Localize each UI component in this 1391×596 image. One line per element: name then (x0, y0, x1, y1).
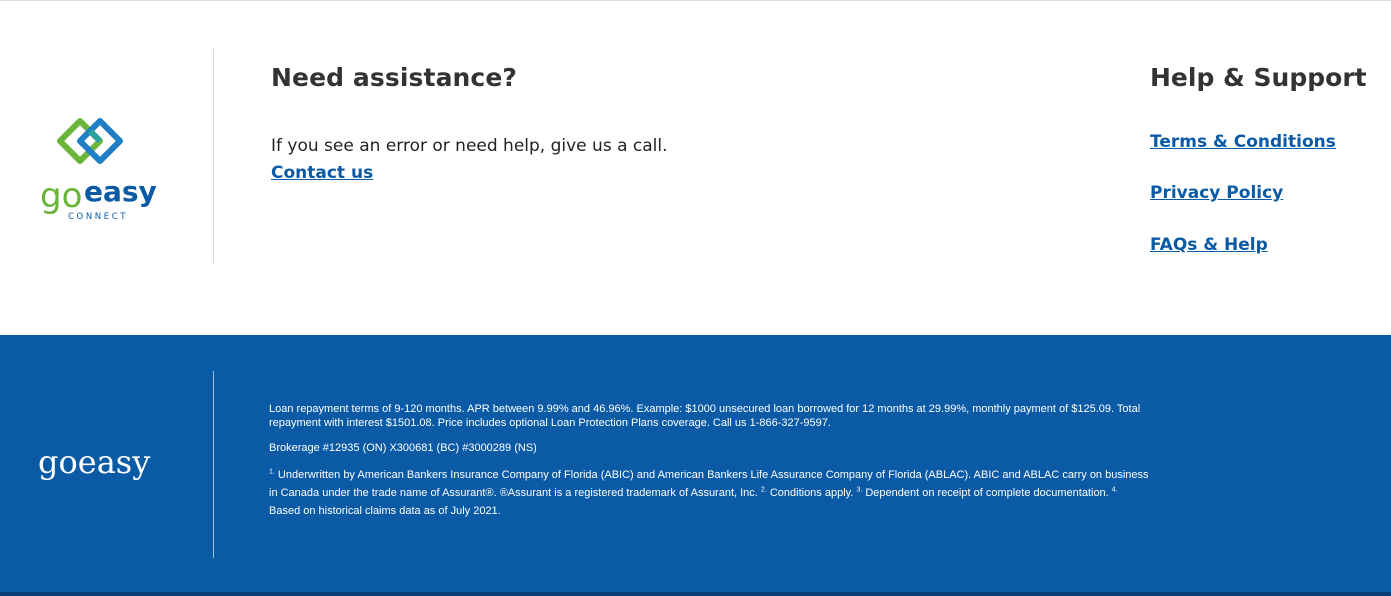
footnote-text: Based on historical claims data as of Ju… (269, 505, 501, 517)
logo-connect-text: CONNECT (68, 212, 128, 222)
logo-go-text: go (40, 176, 82, 216)
loan-terms-text: Loan repayment terms of 9-120 months. AP… (269, 403, 1141, 429)
goeasy-connect-logo[interactable]: go easy CONNECT (34, 115, 164, 225)
faqs-help-link[interactable]: FAQs & Help (1150, 235, 1268, 255)
need-assistance-block: Need assistance? If you see an error or … (271, 63, 871, 183)
terms-conditions-link[interactable]: Terms & Conditions (1150, 132, 1336, 152)
help-support-block: Help & Support Terms & Conditions Privac… (1150, 63, 1385, 255)
site-footer: goeasy Loan repayment terms of 9-120 mon… (0, 335, 1391, 592)
footer-logo-text: goeasy (38, 443, 150, 481)
assistance-section: go easy CONNECT Need assistance? If you … (0, 1, 1391, 335)
contact-us-link[interactable]: Contact us (271, 163, 373, 183)
footer-vertical-divider (213, 371, 214, 558)
footnote-marker: 4. (1111, 486, 1118, 494)
footer-bottom-edge (0, 592, 1391, 596)
help-support-heading: Help & Support (1150, 63, 1367, 92)
footnote-text: Conditions apply. (766, 487, 857, 499)
footnote-text: Dependent on receipt of complete documen… (862, 487, 1112, 499)
need-assistance-heading: Need assistance? (271, 63, 518, 92)
diamond-mark-icon (57, 118, 123, 164)
logo-easy-text: easy (84, 175, 157, 208)
privacy-policy-link[interactable]: Privacy Policy (1150, 183, 1283, 203)
brokerage-text: Brokerage #12935 (ON) X300681 (BC) #3000… (269, 442, 537, 454)
goeasy-footer-logo[interactable]: goeasy (36, 441, 162, 485)
footnotes: 1. Underwritten by American Bankers Insu… (269, 466, 1149, 520)
assistance-description: If you see an error or need help, give u… (271, 136, 668, 156)
vertical-divider (213, 49, 214, 263)
footer-disclaimer: Loan repayment terms of 9-120 months. AP… (269, 402, 1149, 531)
